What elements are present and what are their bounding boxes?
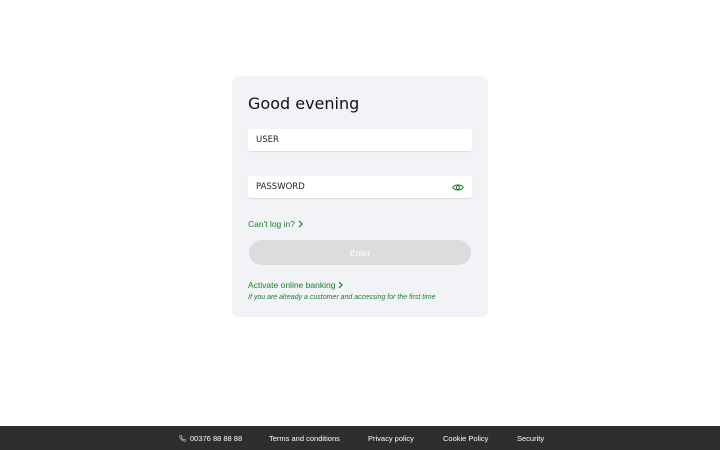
footer-cookie-link[interactable]: Cookie Policy: [443, 434, 488, 443]
password-field[interactable]: [248, 176, 472, 198]
login-page: Good evening Can't log in? Enter Activat…: [0, 0, 720, 450]
user-input[interactable]: [256, 129, 464, 151]
chevron-right-icon: [338, 281, 344, 289]
activate-label: Activate online banking: [248, 280, 336, 290]
login-card: Good evening Can't log in? Enter Activat…: [232, 76, 488, 317]
footer-phone-number: 00376 88 88 88: [190, 434, 243, 443]
footer-phone-link[interactable]: 00376 88 88 88: [179, 434, 242, 443]
cant-login-label: Can't log in?: [248, 219, 295, 229]
user-field[interactable]: [248, 129, 472, 151]
chevron-right-icon: [298, 220, 303, 228]
activate-hint: If you are already a customer and access…: [248, 294, 436, 301]
cant-login-link[interactable]: Can't log in?: [248, 219, 303, 229]
phone-icon: [179, 435, 186, 442]
greeting-title: Good evening: [248, 94, 360, 113]
enter-button[interactable]: Enter: [249, 240, 471, 265]
footer-security-link[interactable]: Security: [517, 434, 544, 443]
footer-terms-link[interactable]: Terms and conditions: [269, 434, 340, 443]
activate-online-banking-link[interactable]: Activate online banking: [248, 280, 344, 290]
eye-icon[interactable]: [452, 182, 464, 192]
footer-privacy-link[interactable]: Privacy policy: [368, 434, 414, 443]
password-input[interactable]: [256, 176, 452, 198]
footer: 00376 88 88 88 Terms and conditions Priv…: [0, 426, 720, 450]
